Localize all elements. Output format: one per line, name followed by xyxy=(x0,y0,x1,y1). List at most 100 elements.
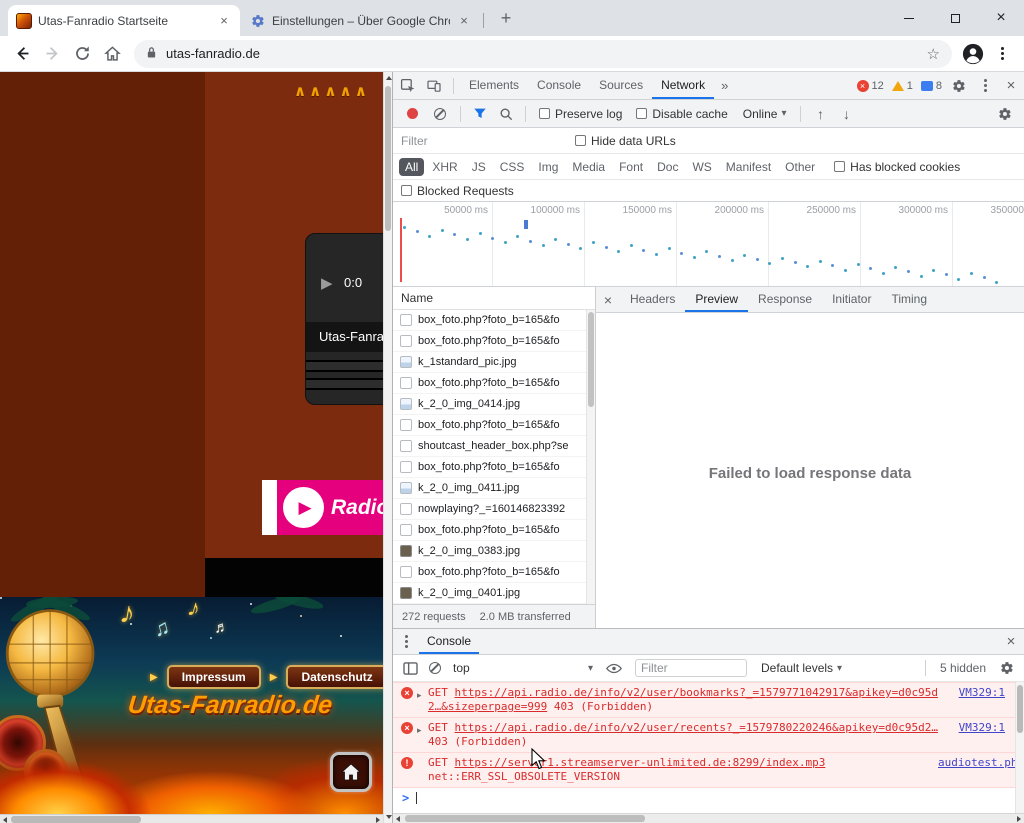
blocked-requests-checkbox[interactable]: Blocked Requests xyxy=(401,184,514,198)
console-vertical-scrollbar[interactable] xyxy=(1015,682,1024,813)
devtools-tab-console[interactable]: Console xyxy=(528,72,590,99)
export-har-icon[interactable]: ↓ xyxy=(833,100,859,127)
request-row[interactable]: box_foto.php?foto_b=165&fo xyxy=(393,310,595,331)
search-icon[interactable] xyxy=(493,100,519,127)
network-settings-gear-icon[interactable] xyxy=(992,100,1018,127)
forward-button[interactable] xyxy=(38,40,66,68)
console-sidebar-icon[interactable] xyxy=(397,655,423,681)
scroll-right-icon[interactable] xyxy=(1014,814,1024,823)
play-icon[interactable]: ▶ xyxy=(321,274,333,292)
impressum-button[interactable]: Impressum xyxy=(167,665,261,689)
type-filter-doc[interactable]: Doc xyxy=(651,158,684,176)
browser-tab-settings[interactable]: Einstellungen – Über Google Chrome × xyxy=(242,5,480,36)
console-url-link[interactable]: https://api.radio.de/info/v2/user/bookma… xyxy=(428,686,938,713)
request-row[interactable]: k_2_0_img_0401.jpg xyxy=(393,583,595,604)
close-drawer-icon[interactable]: × xyxy=(998,629,1024,654)
expand-triangle-icon[interactable]: ▸ xyxy=(413,688,428,702)
bookmark-star-icon[interactable]: ☆ xyxy=(927,45,940,63)
network-filter-input[interactable] xyxy=(401,134,561,148)
request-row[interactable]: shoutcast_header_box.php?se xyxy=(393,436,595,457)
scroll-left-icon[interactable] xyxy=(393,814,403,823)
more-tabs-button[interactable]: » xyxy=(714,78,735,93)
device-toolbar-icon[interactable] xyxy=(421,72,447,99)
close-detail-icon[interactable]: × xyxy=(596,292,620,308)
has-blocked-cookies-checkbox[interactable]: Has blocked cookies xyxy=(834,160,960,174)
detail-tab-response[interactable]: Response xyxy=(748,287,822,312)
type-filter-js[interactable]: JS xyxy=(466,158,492,176)
request-row[interactable]: box_foto.php?foto_b=165&fo xyxy=(393,331,595,352)
devtools-menu-icon[interactable] xyxy=(972,72,998,99)
console-prompt[interactable]: > xyxy=(393,788,1024,808)
import-har-icon[interactable]: ↑ xyxy=(807,100,833,127)
request-row[interactable]: nowplaying?_=160146823392 xyxy=(393,499,595,520)
request-row[interactable]: box_foto.php?foto_b=165&fo xyxy=(393,562,595,583)
console-filter-input[interactable] xyxy=(635,659,747,677)
home-button[interactable] xyxy=(98,40,126,68)
tab-close-icon[interactable]: × xyxy=(216,13,232,29)
log-levels-dropdown[interactable]: Default levels▾ xyxy=(761,661,842,675)
player-widget[interactable]: ▶ 0:0 Utas-Fanradio xyxy=(305,233,383,405)
type-filter-all[interactable]: All xyxy=(399,158,424,176)
devtools-tab-elements[interactable]: Elements xyxy=(460,72,528,99)
clear-network-log-icon[interactable] xyxy=(434,108,446,120)
scroll-left-icon[interactable] xyxy=(0,815,10,823)
url-input[interactable] xyxy=(166,46,927,61)
profile-avatar[interactable] xyxy=(960,41,986,67)
console-settings-gear-icon[interactable] xyxy=(994,655,1020,681)
console-source-link[interactable]: VM329:1 xyxy=(959,686,1018,700)
warning-badge[interactable]: 1 xyxy=(892,80,913,92)
javascript-context-dropdown[interactable]: top▾ xyxy=(453,661,601,675)
type-filter-media[interactable]: Media xyxy=(566,158,611,176)
throttling-dropdown[interactable]: Online▾ xyxy=(743,107,787,121)
request-row[interactable]: k_2_0_img_0383.jpg xyxy=(393,541,595,562)
page-home-button[interactable] xyxy=(330,752,372,792)
detail-tab-initiator[interactable]: Initiator xyxy=(822,287,881,312)
type-filter-font[interactable]: Font xyxy=(613,158,649,176)
type-filter-xhr[interactable]: XHR xyxy=(426,158,463,176)
type-filter-img[interactable]: Img xyxy=(532,158,564,176)
new-tab-button[interactable]: + xyxy=(494,7,518,31)
message-badge[interactable]: 8 xyxy=(921,80,942,92)
reload-button[interactable] xyxy=(68,40,96,68)
console-url-link[interactable]: https://server1.streamserver-unlimited.d… xyxy=(455,756,826,769)
maximize-button[interactable] xyxy=(932,0,978,36)
detail-tab-preview[interactable]: Preview xyxy=(685,287,748,312)
devtools-tab-network[interactable]: Network xyxy=(652,72,714,99)
console-source-link[interactable]: VM329:1 xyxy=(959,721,1018,735)
type-filter-ws[interactable]: WS xyxy=(686,158,717,176)
detail-tab-headers[interactable]: Headers xyxy=(620,287,685,312)
request-row[interactable]: box_foto.php?foto_b=165&fo xyxy=(393,457,595,478)
inspect-element-icon[interactable] xyxy=(395,72,421,99)
minimize-button[interactable] xyxy=(886,0,932,36)
page-vertical-scrollbar[interactable] xyxy=(383,72,392,823)
request-row[interactable]: k_2_0_img_0411.jpg xyxy=(393,478,595,499)
devtools-tab-sources[interactable]: Sources xyxy=(590,72,652,99)
window-close-button[interactable]: × xyxy=(978,0,1024,36)
type-filter-other[interactable]: Other xyxy=(779,158,821,176)
console-drawer-tab[interactable]: Console xyxy=(419,629,479,654)
clear-console-icon[interactable] xyxy=(429,662,441,674)
console-source-link[interactable]: audiotest.php?titel=1:1 xyxy=(938,756,1024,770)
page-horizontal-scrollbar[interactable] xyxy=(0,814,383,823)
console-horizontal-scrollbar[interactable] xyxy=(393,813,1024,823)
request-row[interactable]: k_1standard_pic.jpg xyxy=(393,352,595,373)
browser-tab-utas-fanradio[interactable]: Utas-Fanradio Startseite × xyxy=(8,5,240,36)
record-button[interactable] xyxy=(407,108,418,119)
scrollbar-thumb[interactable] xyxy=(11,816,141,823)
disable-cache-checkbox[interactable]: Disable cache xyxy=(636,107,727,121)
devtools-close-icon[interactable]: × xyxy=(998,72,1024,99)
devtools-settings-gear-icon[interactable] xyxy=(946,72,972,99)
preserve-log-checkbox[interactable]: Preserve log xyxy=(539,107,622,121)
hide-data-urls-checkbox[interactable]: Hide data URLs xyxy=(575,134,676,148)
error-badge[interactable]: ×12 xyxy=(857,80,884,92)
request-list-scrollbar[interactable] xyxy=(586,310,595,604)
expand-triangle-icon[interactable]: ▸ xyxy=(413,723,428,737)
type-filter-manifest[interactable]: Manifest xyxy=(720,158,777,176)
network-overview-timeline[interactable]: 50000 ms100000 ms150000 ms200000 ms25000… xyxy=(393,202,1024,287)
console-url-link[interactable]: https://api.radio.de/info/v2/user/recent… xyxy=(455,721,938,734)
scrollbar-thumb[interactable] xyxy=(1017,685,1023,733)
scroll-right-icon[interactable] xyxy=(373,815,383,823)
type-filter-css[interactable]: CSS xyxy=(494,158,531,176)
browser-menu-icon[interactable] xyxy=(988,40,1016,68)
request-row[interactable]: k_2_0_img_0414.jpg xyxy=(393,394,595,415)
